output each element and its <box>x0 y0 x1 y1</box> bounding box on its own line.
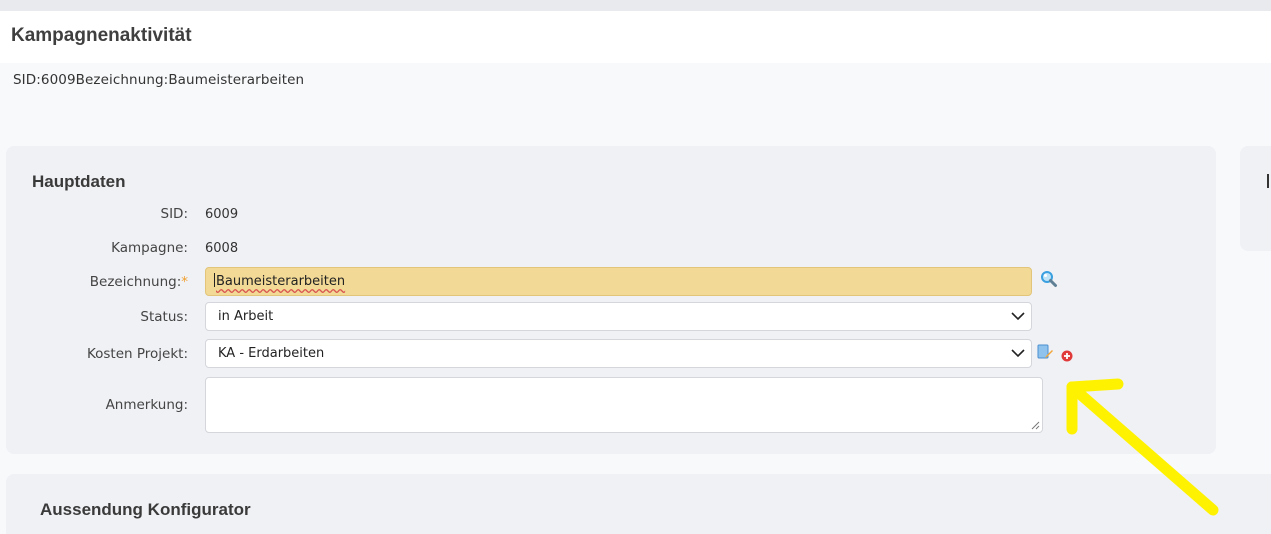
bezeichnung-label: Bezeichnung:* <box>90 274 188 290</box>
anmerkung-label: Anmerkung: <box>105 397 188 413</box>
status-selected-value: in Arbeit <box>218 309 274 324</box>
bezeichnung-input[interactable]: Baumeisterarbeiten <box>205 267 1032 296</box>
status-label: Status: <box>140 309 188 325</box>
page-header: Kampagnenaktivität <box>0 11 1271 63</box>
text-cursor <box>214 273 215 287</box>
hauptdaten-panel: Hauptdaten SID: 6009 Kampagne: 6008 Beze… <box>6 146 1216 454</box>
kosten-projekt-select[interactable]: KA - Erdarbeiten <box>205 339 1032 368</box>
side-panel <box>1240 146 1271 251</box>
bezeichnung-input-text: Baumeisterarbeiten <box>216 274 346 289</box>
kosten-projekt-label: Kosten Projekt: <box>86 346 188 362</box>
bezeichnung-label-text: Bezeichnung: <box>89 274 182 290</box>
status-select[interactable]: in Arbeit <box>205 302 1032 331</box>
chevron-down-icon <box>1011 312 1025 321</box>
required-marker: * <box>181 274 188 290</box>
sid-label: SID: <box>160 206 189 222</box>
yellow-arrow-annotation <box>1066 378 1219 516</box>
page-title: Kampagnenaktivität <box>11 25 192 46</box>
sid-value: 6009 <box>205 207 239 222</box>
aussendung-title: Aussendung Konfigurator <box>40 500 251 519</box>
kosten-projekt-selected-value: KA - Erdarbeiten <box>218 346 325 361</box>
resize-handle-icon[interactable] <box>1030 420 1040 430</box>
anmerkung-textarea[interactable] <box>205 377 1043 433</box>
chevron-down-icon <box>1011 349 1025 358</box>
kampagne-value: 6008 <box>205 241 239 256</box>
kampagne-label: Kampagne: <box>111 240 188 256</box>
record-summary: SID:6009Bezeichnung:Baumeisterarbeiten <box>13 72 305 88</box>
top-bar <box>0 0 1271 11</box>
side-panel-title-fragment <box>1267 174 1269 188</box>
edit-document-icon[interactable] <box>1037 344 1053 360</box>
search-icon[interactable] <box>1040 270 1058 288</box>
hauptdaten-title: Hauptdaten <box>32 172 126 191</box>
add-circle-icon[interactable] <box>1061 347 1073 362</box>
